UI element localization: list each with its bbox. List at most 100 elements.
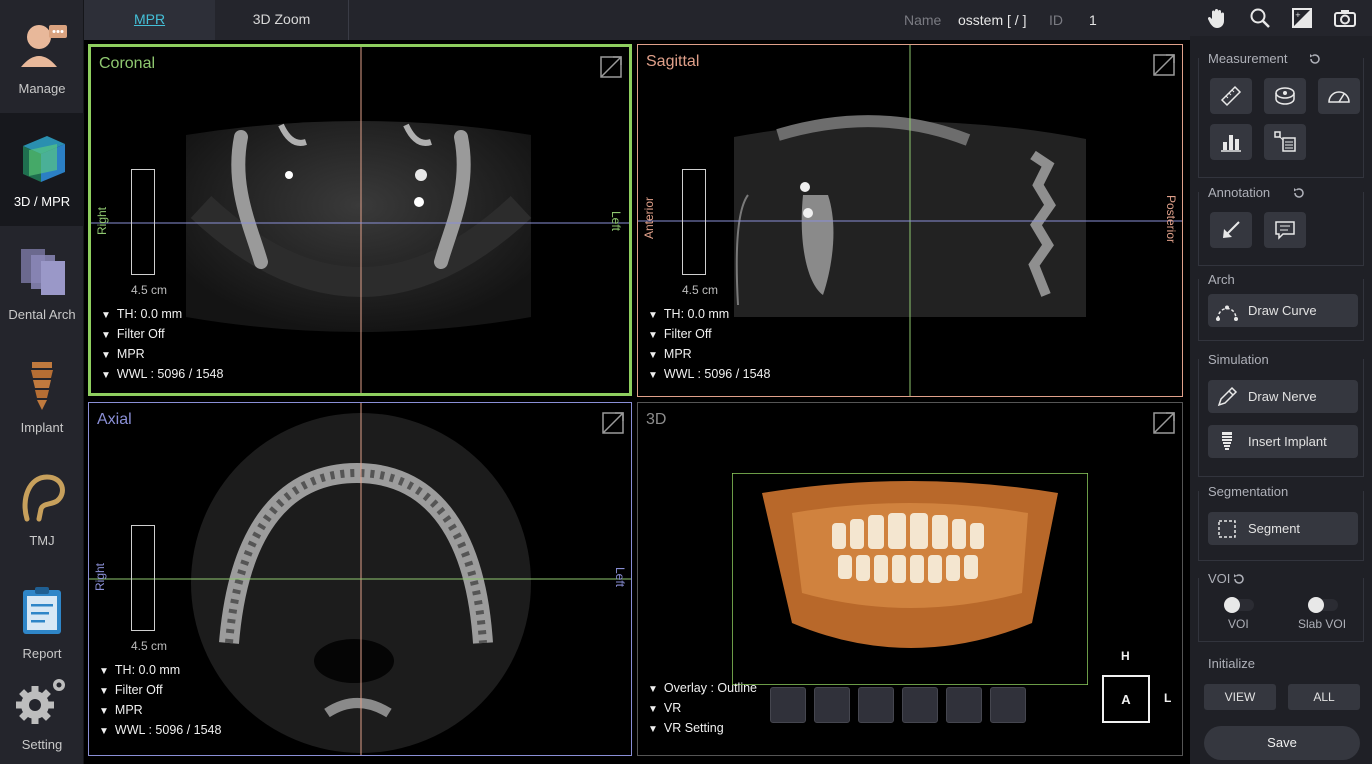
top-bar: MPR 3D Zoom Name osstem [ / ] ID 1 bbox=[84, 0, 1190, 40]
nav-manage[interactable]: Manage bbox=[0, 0, 84, 113]
zoom-magnifier-icon[interactable] bbox=[1247, 5, 1273, 31]
patient-name-value: osstem [ / ] bbox=[958, 12, 1027, 28]
view-preset-bottom[interactable] bbox=[990, 687, 1026, 723]
insert-implant-button[interactable]: Insert Implant bbox=[1208, 425, 1358, 458]
view-preset-left[interactable] bbox=[770, 687, 806, 723]
info-wwl[interactable]: WWL : 5096 / 1548 bbox=[99, 721, 222, 741]
info-vr-setting[interactable]: VR Setting bbox=[648, 719, 757, 739]
angle-measure-button[interactable] bbox=[1318, 78, 1360, 114]
view-preset-back[interactable] bbox=[902, 687, 938, 723]
orientation-cube[interactable]: A bbox=[1102, 675, 1150, 723]
nav-label: Dental Arch bbox=[8, 307, 76, 322]
tmj-icon bbox=[22, 474, 65, 522]
gear-icon bbox=[16, 678, 65, 724]
nav-3d-mpr[interactable]: 3D / MPR bbox=[0, 113, 84, 226]
view-tools: + bbox=[1190, 0, 1372, 36]
pencil-icon bbox=[1214, 384, 1240, 410]
viewport-title: Sagittal bbox=[646, 53, 700, 70]
simulation-section bbox=[1198, 359, 1364, 477]
nav-label: 3D / MPR bbox=[13, 194, 71, 209]
nav-tmj[interactable]: TMJ bbox=[0, 452, 84, 565]
voi-section bbox=[1198, 578, 1364, 642]
info-wwl[interactable]: WWL : 5096 / 1548 bbox=[648, 365, 771, 385]
nav-label: TMJ bbox=[29, 533, 55, 548]
histogram-button[interactable] bbox=[1210, 124, 1252, 160]
slab-voi-toggle-label: Slab VOI bbox=[1298, 617, 1347, 631]
coronal-viewport[interactable]: Coronal Right Left 4.5 cm TH: 0.0 mm Fil… bbox=[88, 44, 632, 396]
info-thickness[interactable]: TH: 0.0 mm bbox=[101, 305, 223, 325]
nav-dental-arch[interactable]: Dental Arch bbox=[0, 226, 84, 339]
draw-nerve-button[interactable]: Draw Nerve bbox=[1208, 380, 1358, 413]
nav-implant[interactable]: Implant bbox=[0, 339, 84, 452]
arrow-annotation-button[interactable] bbox=[1210, 212, 1252, 248]
histogram-icon bbox=[1221, 135, 1241, 152]
scale-label: 4.5 cm bbox=[682, 283, 719, 297]
view-preset-top[interactable] bbox=[946, 687, 982, 723]
info-thickness[interactable]: TH: 0.0 mm bbox=[648, 305, 770, 325]
info-mode[interactable]: MPR bbox=[648, 345, 770, 365]
dental-arch-icon bbox=[21, 249, 65, 295]
voi-toggle-label: VOI bbox=[1228, 617, 1249, 631]
nav-label: Manage bbox=[18, 81, 66, 96]
three-d-viewport[interactable]: 3D Overlay : Outline VR VR Setting H A L bbox=[637, 402, 1183, 756]
maximize-icon[interactable] bbox=[601, 411, 625, 435]
init-view-button[interactable]: VIEW bbox=[1204, 684, 1276, 710]
segment-button[interactable]: Segment bbox=[1208, 512, 1358, 545]
patient-id-label: ID bbox=[1049, 12, 1063, 28]
info-thickness[interactable]: TH: 0.0 mm bbox=[99, 661, 221, 681]
button-label: Draw Nerve bbox=[1248, 389, 1317, 404]
info-mode[interactable]: MPR bbox=[101, 345, 223, 365]
info-vr[interactable]: VR bbox=[648, 699, 757, 719]
nav-label: Setting bbox=[21, 736, 63, 752]
profile-chart-icon bbox=[1274, 131, 1296, 152]
nav-label: Report bbox=[22, 646, 62, 661]
maximize-icon[interactable] bbox=[599, 55, 623, 79]
voi-toggle[interactable] bbox=[1224, 597, 1254, 613]
info-overlay[interactable]: Overlay : Outline bbox=[648, 679, 757, 699]
svg-text:+: + bbox=[1295, 11, 1301, 19]
info-mode[interactable]: MPR bbox=[99, 701, 221, 721]
patient-name-label: Name bbox=[904, 12, 942, 28]
init-all-button[interactable]: ALL bbox=[1288, 684, 1360, 710]
camera-icon[interactable] bbox=[1332, 5, 1358, 31]
info-filter[interactable]: Filter Off bbox=[99, 681, 221, 701]
viewport-info: TH: 0.0 mm Filter Off MPR WWL : 5096 / 1… bbox=[101, 305, 224, 385]
arrow-icon bbox=[1223, 221, 1240, 238]
save-button[interactable]: Save bbox=[1204, 726, 1360, 760]
view-preset-front[interactable] bbox=[814, 687, 850, 723]
nav-setting[interactable]: Setting bbox=[0, 660, 84, 764]
scale-ruler bbox=[131, 525, 155, 631]
viewport-title: Axial bbox=[97, 411, 132, 428]
orientation-left-label: Right bbox=[93, 563, 107, 592]
view-preset-right[interactable] bbox=[858, 687, 894, 723]
orient-cube-top-label: H bbox=[1121, 649, 1130, 663]
tape-measure-button[interactable] bbox=[1264, 78, 1306, 114]
text-annotation-button[interactable] bbox=[1264, 212, 1306, 248]
tab-3d-zoom[interactable]: 3D Zoom bbox=[215, 0, 348, 40]
implant-screw-icon bbox=[1214, 429, 1240, 455]
draw-curve-button[interactable]: Draw Curve bbox=[1208, 294, 1358, 327]
profile-button[interactable] bbox=[1264, 124, 1306, 160]
button-label: Insert Implant bbox=[1248, 434, 1327, 449]
orientation-left-label: Anterior bbox=[642, 197, 656, 240]
pan-hand-icon[interactable] bbox=[1204, 5, 1230, 31]
tape-icon bbox=[1275, 87, 1295, 105]
maximize-icon[interactable] bbox=[1152, 411, 1176, 435]
viewport-grid: Coronal Right Left 4.5 cm TH: 0.0 mm Fil… bbox=[84, 40, 1190, 764]
sagittal-viewport[interactable]: Sagittal Anterior Posterior 4.5 cm TH: 0… bbox=[637, 44, 1183, 397]
slab-voi-toggle[interactable] bbox=[1308, 597, 1338, 613]
scale-label: 4.5 cm bbox=[131, 639, 168, 653]
scale-ruler bbox=[131, 169, 155, 275]
axial-viewport[interactable]: Axial Right Left 4.5 cm TH: 0.0 mm Filte… bbox=[88, 402, 632, 756]
viewport-title: Coronal bbox=[99, 55, 156, 72]
window-level-icon[interactable]: + bbox=[1289, 5, 1315, 31]
tab-mpr[interactable]: MPR bbox=[84, 0, 215, 40]
ruler-measure-button[interactable] bbox=[1210, 78, 1252, 114]
ruler-icon bbox=[1220, 85, 1242, 107]
info-filter[interactable]: Filter Off bbox=[648, 325, 770, 345]
info-wwl[interactable]: WWL : 5096 / 1548 bbox=[101, 365, 224, 385]
maximize-icon[interactable] bbox=[1152, 53, 1176, 77]
viewport-info: Overlay : Outline VR VR Setting bbox=[648, 679, 757, 739]
tool-panel: Measurement Annotation Arch Draw Curve S… bbox=[1190, 36, 1372, 764]
info-filter[interactable]: Filter Off bbox=[101, 325, 223, 345]
